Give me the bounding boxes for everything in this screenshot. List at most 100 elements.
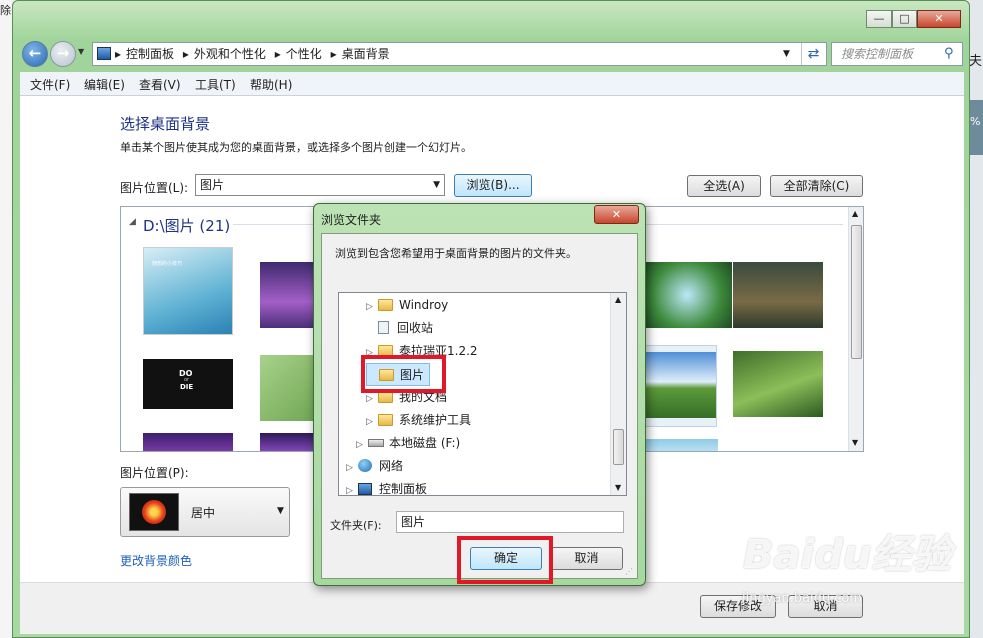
- chevron-down-icon: ▼: [433, 180, 440, 190]
- picture-location-select[interactable]: 图片 ▼: [195, 174, 445, 196]
- change-background-color-link[interactable]: 更改背景颜色: [120, 552, 192, 569]
- scroll-up-icon[interactable]: ▲: [852, 209, 858, 218]
- tree-item-local-disk-f[interactable]: ▷ 本地磁盘 (F:): [356, 432, 460, 455]
- background-window-text: 夫: [969, 54, 983, 69]
- tree-item-label: 本地磁盘 (F:): [389, 436, 461, 450]
- back-icon[interactable]: ←: [22, 41, 48, 67]
- picture-location-label: 图片位置(L):: [120, 181, 189, 195]
- dialog-close-button[interactable]: ✕: [594, 205, 639, 224]
- scroll-down-icon[interactable]: ▼: [615, 483, 621, 492]
- background-window-right: [970, 0, 983, 638]
- select-all-button[interactable]: 全选(A): [687, 175, 761, 197]
- wallpaper-thumbnail[interactable]: 随想的小技巧: [143, 247, 233, 335]
- background-window-text: 除: [0, 4, 11, 17]
- scroll-up-icon[interactable]: ▲: [615, 295, 621, 304]
- background-window-left: [0, 0, 12, 638]
- menu-file[interactable]: 文件(F): [30, 76, 70, 93]
- scroll-thumb[interactable]: [851, 225, 862, 359]
- picture-location-value: 图片: [200, 178, 225, 192]
- minimize-button[interactable]: —: [866, 10, 892, 28]
- menu-edit[interactable]: 编辑(E): [84, 76, 125, 93]
- wallpaper-thumbnail[interactable]: DO or DIE: [143, 359, 233, 409]
- thumbnail-caption: DIE: [180, 383, 194, 391]
- breadcrumb-item[interactable]: 桌面背景: [342, 47, 390, 61]
- tree-item-label: 系统维护工具: [399, 413, 472, 427]
- tree-item-label: 控制面板: [379, 482, 428, 496]
- footer-bar: 保存修改 取消: [20, 582, 964, 634]
- tree-item-recycle-bin[interactable]: 回收站: [366, 317, 433, 340]
- search-icon[interactable]: ⚲: [944, 46, 954, 61]
- browse-button[interactable]: 浏览(B)...: [454, 174, 532, 197]
- breadcrumb-separator: ▸: [330, 47, 337, 61]
- dialog-title: 浏览文件夹: [321, 213, 382, 227]
- scroll-down-icon[interactable]: ▼: [852, 438, 858, 447]
- history-dropdown-icon[interactable]: ▼: [78, 47, 84, 56]
- tree-item-control-panel[interactable]: ▷ 控制面板: [346, 478, 428, 496]
- collapse-icon[interactable]: ◢: [129, 217, 136, 227]
- tree-item-system-tools[interactable]: ▷ 系统维护工具: [366, 409, 471, 432]
- gallery-scrollbar[interactable]: ▲ ▼: [848, 207, 863, 451]
- folder-tree: ▷ Windroy 回收站 ▷ 泰拉瑞亚1.2.2 图片 ▷ 我的文档 ▷ 系统维护工具…: [338, 292, 627, 496]
- position-value: 居中: [191, 506, 216, 520]
- wallpaper-thumbnail[interactable]: [642, 262, 732, 328]
- watermark-url: jingyan.baidu.com: [742, 591, 862, 606]
- tree-item-network[interactable]: ▷ 网络: [346, 455, 403, 478]
- recycle-bin-icon: [378, 321, 389, 334]
- resize-grip-icon[interactable]: ⋰: [625, 567, 633, 576]
- expand-arrow-icon[interactable]: ▷: [346, 457, 358, 480]
- menu-help[interactable]: 帮助(H): [250, 76, 292, 93]
- highlight-ok-button: [457, 536, 553, 584]
- wallpaper-thumbnail[interactable]: [642, 439, 718, 451]
- chevron-down-icon: ▼: [277, 506, 284, 516]
- picture-position-select[interactable]: 居中 ▼: [120, 487, 290, 537]
- breadcrumb-separator: ▸: [182, 47, 189, 61]
- folder-icon: [378, 299, 393, 311]
- dialog-instruction: 浏览到包含您希望用于桌面背景的图片的文件夹。: [335, 247, 577, 260]
- menu-tools[interactable]: 工具(T): [195, 76, 236, 93]
- gallery-group-header[interactable]: D:\图片 (21): [143, 215, 230, 236]
- breadcrumb-separator: ▸: [115, 47, 122, 61]
- tree-item-label: Windroy: [399, 298, 449, 312]
- cancel-button[interactable]: 取消: [550, 547, 623, 570]
- folder-input[interactable]: 图片: [396, 511, 624, 533]
- network-icon: [358, 459, 372, 472]
- close-button[interactable]: ✕: [917, 10, 961, 28]
- tree-scrollbar[interactable]: ▲ ▼: [610, 293, 626, 495]
- page-subtitle: 单击某个图片使其成为您的桌面背景，或选择多个图片创建一个幻灯片。: [120, 141, 472, 154]
- breadcrumb-separator: ▸: [274, 47, 281, 61]
- dialog-body: 浏览到包含您希望用于桌面背景的图片的文件夹。 ▷ Windroy 回收站 ▷ 泰拉瑞…: [321, 233, 638, 579]
- folder-icon: [378, 414, 393, 426]
- browse-folder-dialog: 浏览文件夹 ✕ 浏览到包含您希望用于桌面背景的图片的文件夹。 ▷ Windroy …: [313, 203, 646, 586]
- folder-label: 文件夹(F):: [330, 519, 382, 532]
- breadcrumb-item[interactable]: 外观和个性化: [194, 47, 266, 61]
- wallpaper-thumbnail[interactable]: [733, 262, 823, 328]
- wallpaper-thumbnail-selected[interactable]: [635, 345, 717, 427]
- scroll-thumb[interactable]: [613, 429, 624, 465]
- breadcrumb-item[interactable]: 个性化: [286, 47, 322, 61]
- drive-icon: [368, 439, 384, 447]
- menu-view[interactable]: 查看(V): [139, 76, 181, 93]
- picture-position-label: 图片位置(P):: [120, 466, 189, 480]
- wallpaper-thumbnail[interactable]: [733, 351, 823, 417]
- wallpaper-image: [640, 352, 716, 418]
- expand-arrow-icon[interactable]: ▷: [366, 296, 378, 319]
- tree-item-label: 网络: [379, 459, 404, 473]
- position-preview-icon: [129, 493, 179, 531]
- page-title: 选择桌面背景: [120, 115, 211, 133]
- baidu-watermark: Baidu经验: [743, 532, 952, 578]
- refresh-icon[interactable]: ⇄: [801, 43, 825, 65]
- clear-all-button[interactable]: 全部清除(C): [770, 175, 863, 197]
- address-bar[interactable]: ▸ 控制面板 ▸ 外观和个性化 ▸ 个性化 ▸ 桌面背景 ▼ ⇄: [92, 42, 827, 66]
- expand-arrow-icon[interactable]: ▷: [366, 411, 378, 434]
- address-bar-row: ← → ▼ ▸ 控制面板 ▸ 外观和个性化 ▸ 个性化 ▸ 桌面背景 ▼ ⇄ 搜索控制面…: [20, 38, 964, 70]
- tree-item-windroy[interactable]: ▷ Windroy: [366, 294, 448, 317]
- expand-arrow-icon[interactable]: ▷: [346, 480, 358, 495]
- breadcrumb-item[interactable]: 控制面板: [126, 47, 174, 61]
- wallpaper-thumbnail[interactable]: [143, 433, 233, 451]
- address-dropdown-icon[interactable]: ▼: [783, 43, 790, 65]
- thumbnail-caption: 随想的小技巧: [152, 261, 183, 267]
- maximize-button[interactable]: □: [892, 10, 917, 28]
- forward-icon[interactable]: →: [50, 41, 76, 67]
- background-window-text: %: [970, 115, 981, 128]
- expand-arrow-icon[interactable]: ▷: [356, 434, 368, 457]
